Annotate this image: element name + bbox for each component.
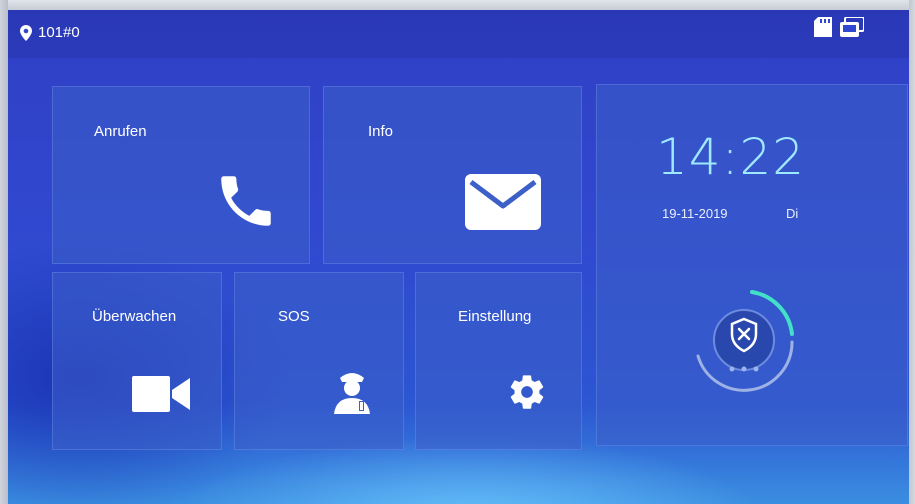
location-pin-icon (20, 24, 32, 41)
monitor-icon (840, 16, 865, 42)
gear-icon (507, 372, 547, 417)
tile-call-label: Anrufen (94, 123, 147, 140)
tile-monitor-label: Überwachen (92, 308, 177, 325)
clock-date: 19-11-2019 (662, 206, 728, 221)
tile-monitor[interactable]: Überwachen (52, 272, 222, 450)
arm-button[interactable] (688, 284, 800, 396)
clock-time: 14:22 (656, 128, 806, 186)
tile-info[interactable]: Info (323, 86, 582, 264)
tile-call[interactable]: Anrufen (52, 86, 310, 264)
sd-card-icon (814, 17, 832, 42)
shield-x-icon (728, 317, 760, 358)
video-camera-icon (132, 376, 190, 417)
clock-weekday: Di (786, 206, 799, 221)
device-bezel-right (909, 0, 915, 504)
phone-icon (211, 168, 281, 239)
page-indicator-dots (728, 359, 760, 377)
envelope-icon (465, 174, 541, 235)
tile-settings[interactable]: Einstellung (415, 272, 582, 450)
guard-icon (332, 368, 372, 419)
device-bezel-top (0, 0, 915, 10)
device-bezel-left (0, 0, 8, 504)
location-label: 101#0 (38, 24, 80, 41)
status-icons (814, 16, 865, 42)
tile-sos-label: SOS (278, 308, 310, 325)
location-indicator: 101#0 (20, 24, 80, 41)
tile-sos[interactable]: SOS (234, 272, 404, 450)
status-bar (8, 10, 909, 58)
tile-info-label: Info (368, 123, 394, 140)
tile-settings-label: Einstellung (458, 308, 532, 325)
